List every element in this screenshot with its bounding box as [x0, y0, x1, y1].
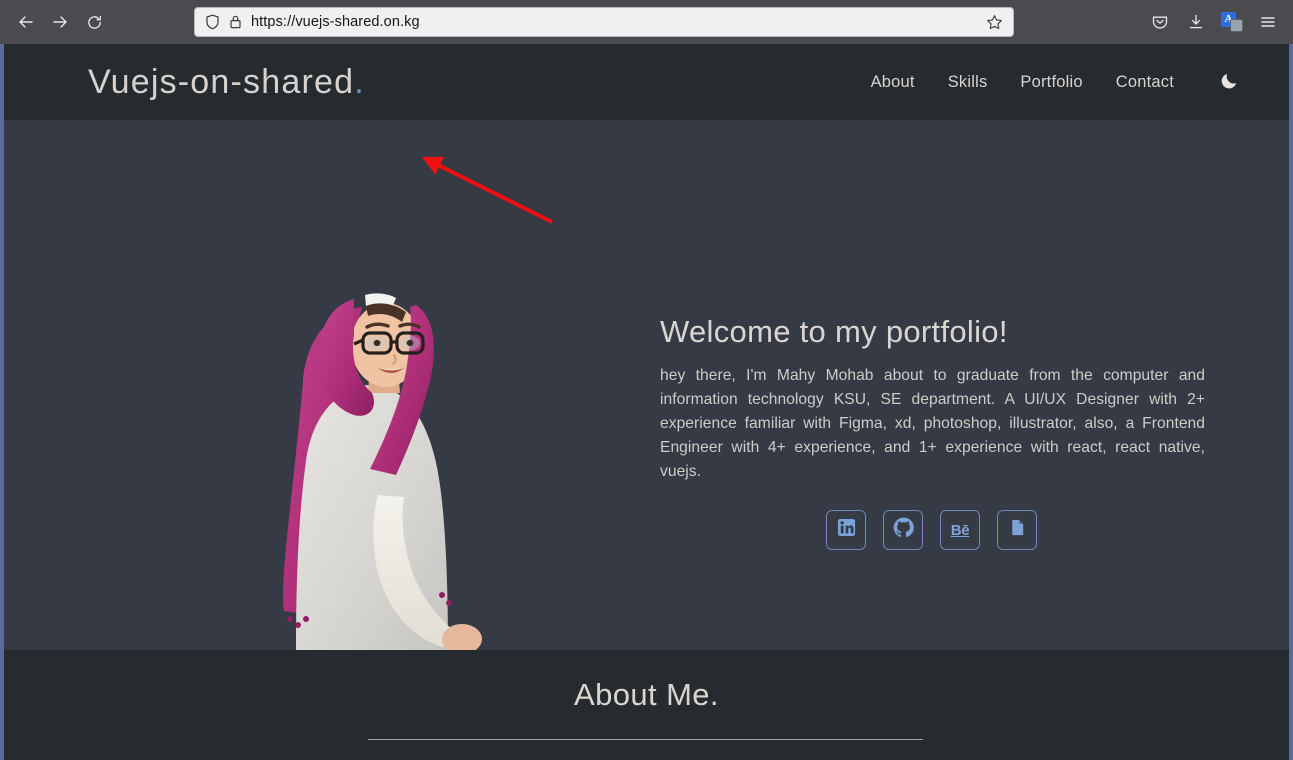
moon-icon [1219, 69, 1241, 96]
pocket-button[interactable] [1145, 7, 1175, 37]
nav-item-contact[interactable]: Contact [1116, 73, 1174, 92]
about-divider [368, 739, 923, 740]
forward-button[interactable] [44, 6, 76, 38]
app-menu-button[interactable] [1253, 7, 1283, 37]
browser-toolbar: https://vuejs-shared.on.kg A [0, 0, 1293, 44]
star-outline-icon[interactable] [986, 14, 1003, 31]
site-header: Vuejs-on-shared. About Skills Portfolio … [0, 44, 1293, 120]
translate-icon: A [1221, 12, 1243, 32]
main-navigation: About Skills Portfolio Contact [871, 69, 1243, 95]
padlock-icon[interactable] [229, 14, 242, 30]
download-icon [1187, 13, 1205, 31]
forward-arrow-icon [51, 13, 69, 31]
hero-text-block: Welcome to my portfolio! hey there, I'm … [660, 314, 1205, 550]
address-bar-container: https://vuejs-shared.on.kg [194, 7, 1014, 37]
nav-item-portfolio[interactable]: Portfolio [1020, 73, 1082, 92]
hero-description: hey there, I'm Mahy Mohab about to gradu… [660, 367, 1205, 480]
url-text: https://vuejs-shared.on.kg [251, 14, 420, 30]
hamburger-menu-icon [1259, 13, 1277, 31]
social-link-github[interactable] [883, 510, 923, 550]
hero-title: Welcome to my portfolio! [660, 314, 1008, 349]
theme-toggle-button[interactable] [1217, 69, 1243, 95]
site-logo[interactable]: Vuejs-on-shared. [88, 63, 365, 102]
about-title: About Me. [574, 677, 719, 712]
downloads-button[interactable] [1181, 7, 1211, 37]
toolbar-right-actions: A [1145, 0, 1283, 44]
behance-icon: Bē [950, 521, 970, 539]
nav-item-skills[interactable]: Skills [948, 73, 988, 92]
social-links-row: Bē [660, 510, 1205, 550]
social-link-linkedin[interactable] [826, 510, 866, 550]
nav-item-about[interactable]: About [871, 73, 915, 92]
linkedin-icon [837, 518, 856, 542]
social-link-resume[interactable] [997, 510, 1037, 550]
pocket-icon [1151, 13, 1169, 31]
page-left-accent-stripe [0, 44, 4, 760]
reload-button[interactable] [78, 6, 110, 38]
site-logo-dot: . [354, 62, 365, 101]
github-icon [893, 517, 914, 543]
translate-button[interactable]: A [1217, 7, 1247, 37]
social-link-behance[interactable]: Bē [940, 510, 980, 550]
page-right-accent-stripe [1289, 44, 1293, 760]
translate-secondary-square [1230, 19, 1243, 32]
hero-section: Welcome to my portfolio! hey there, I'm … [0, 120, 1293, 650]
shield-icon[interactable] [205, 14, 220, 30]
about-section: About Me. [0, 650, 1293, 760]
address-bar[interactable]: https://vuejs-shared.on.kg [194, 7, 1014, 37]
page-viewport: Vuejs-on-shared. About Skills Portfolio … [0, 44, 1293, 760]
back-button[interactable] [10, 6, 42, 38]
site-logo-text: Vuejs-on-shared [88, 62, 355, 101]
document-icon [1008, 518, 1027, 542]
back-arrow-icon [17, 13, 35, 31]
reload-icon [86, 14, 103, 31]
portrait-illustration [282, 293, 482, 650]
portrait-photo [266, 289, 498, 650]
